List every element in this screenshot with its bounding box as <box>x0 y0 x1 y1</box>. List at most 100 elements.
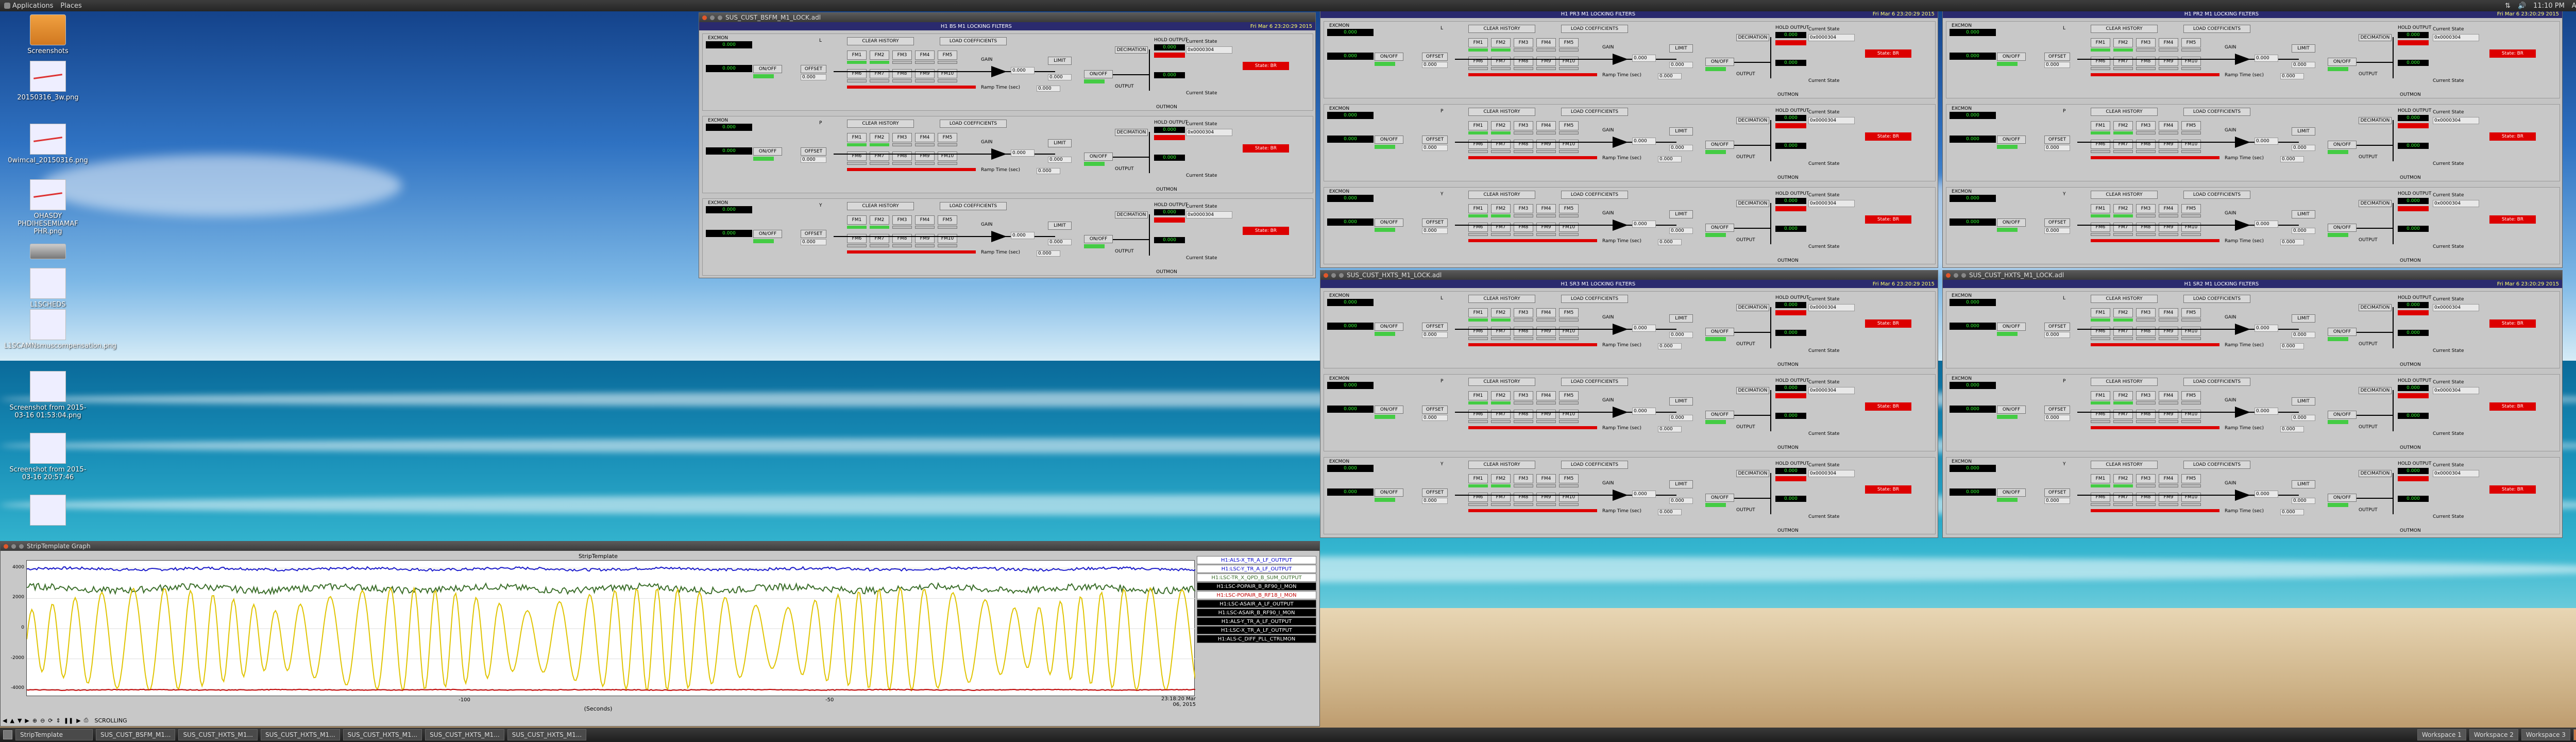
clear-history-button[interactable]: CLEAR HISTORY <box>847 37 914 45</box>
ramp-time-field[interactable]: 0.000 <box>2280 156 2304 162</box>
fm-button-1[interactable]: FM1 <box>1468 474 1488 483</box>
ramp-time-field[interactable]: 0.000 <box>1037 250 1060 257</box>
clear-history-button[interactable]: CLEAR HISTORY <box>2091 295 2158 303</box>
limit-button[interactable]: LIMIT <box>1669 127 1693 136</box>
decimation-button[interactable]: DECIMATION <box>1736 304 1769 311</box>
fm-button-6[interactable]: FM6 <box>2091 140 2110 149</box>
fm-button-7[interactable]: FM7 <box>2113 327 2133 336</box>
refresh-icon[interactable]: ⟳ <box>48 717 53 724</box>
legend-entry[interactable]: H1:ALS-Y_TR_A_LF_OUTPUT <box>1197 617 1316 626</box>
input-on-off-button[interactable]: ON/OFF <box>1997 218 2026 227</box>
load-coefficients-button[interactable]: LOAD COEFFICIENTS <box>2183 378 2250 386</box>
load-coefficients-button[interactable]: LOAD COEFFICIENTS <box>1561 295 1628 303</box>
limit-field[interactable]: 0.000 <box>1669 332 1693 338</box>
offset-button[interactable]: OFFSET <box>1422 53 1448 61</box>
applications-menu[interactable]: Applications <box>4 2 53 10</box>
limit-button[interactable]: LIMIT <box>2292 210 2315 218</box>
legend-entry[interactable]: H1:LSC-TR_X_QPD_B_SUM_OUTPUT <box>1197 574 1316 582</box>
limit-field[interactable]: 0.000 <box>1669 498 1693 504</box>
limit-field[interactable]: 0.000 <box>2292 415 2315 421</box>
fm-button-1[interactable]: FM1 <box>2091 38 2110 47</box>
taskbar-item[interactable]: SUS_CUST_BSFM_M1... <box>96 729 176 740</box>
offset-field[interactable]: 0.000 <box>2044 498 2070 504</box>
fm-button-1[interactable]: FM1 <box>2091 121 2110 130</box>
fm-button-9[interactable]: FM9 <box>1536 223 1556 232</box>
offset-field[interactable]: 0.000 <box>1422 498 1448 504</box>
ramp-time-field[interactable]: 0.000 <box>2280 426 2304 432</box>
fm-button-8[interactable]: FM8 <box>2136 223 2156 232</box>
desktop-icon[interactable]: 20150316_3w.png <box>4 61 92 102</box>
fm-button-4[interactable]: FM4 <box>915 50 935 60</box>
limit-button[interactable]: LIMIT <box>1669 314 1693 323</box>
clear-history-button[interactable]: CLEAR HISTORY <box>1468 191 1535 199</box>
fm-button-8[interactable]: FM8 <box>2136 410 2156 419</box>
fm-button-5[interactable]: FM5 <box>2181 204 2201 213</box>
legend-entry[interactable]: H1:LSC-ASAIR_A_LF_OUTPUT <box>1197 600 1316 608</box>
limit-button[interactable]: LIMIT <box>1669 397 1693 406</box>
offset-field[interactable]: 0.000 <box>1422 62 1448 68</box>
gain-field[interactable]: 0.000 <box>2255 55 2278 62</box>
fm-button-10[interactable]: FM10 <box>938 151 957 161</box>
input-on-off-button[interactable]: ON/OFF <box>1997 323 2026 331</box>
fm-button-7[interactable]: FM7 <box>870 234 889 243</box>
fm-button-2[interactable]: FM2 <box>1491 391 1511 400</box>
pan-up-icon[interactable]: ▲ <box>10 717 14 724</box>
fm-button-3[interactable]: FM3 <box>2136 391 2156 400</box>
offset-field[interactable]: 0.000 <box>2044 62 2070 68</box>
fm-button-2[interactable]: FM2 <box>2113 204 2133 213</box>
fm-button-1[interactable]: FM1 <box>1468 391 1488 400</box>
input-on-off-button[interactable]: ON/OFF <box>1375 218 1403 227</box>
limit-field[interactable]: 0.000 <box>2292 145 2315 151</box>
limit-button[interactable]: LIMIT <box>1669 44 1693 53</box>
fm-button-5[interactable]: FM5 <box>938 50 957 60</box>
print-icon[interactable]: ⎙ <box>84 717 89 724</box>
fm-button-6[interactable]: FM6 <box>1468 410 1488 419</box>
decimation-button[interactable]: DECIMATION <box>2359 304 2392 311</box>
fm-button-8[interactable]: FM8 <box>892 69 912 78</box>
offset-field[interactable]: 0.000 <box>1422 228 1448 234</box>
limit-field[interactable]: 0.000 <box>2292 62 2315 68</box>
fm-button-9[interactable]: FM9 <box>1536 140 1556 149</box>
desktop-icon[interactable] <box>4 236 92 261</box>
offset-field[interactable]: 0.000 <box>1422 332 1448 338</box>
fm-button-9[interactable]: FM9 <box>2159 410 2178 419</box>
fm-button-6[interactable]: FM6 <box>2091 223 2110 232</box>
fm-button-2[interactable]: FM2 <box>870 133 889 142</box>
offset-button[interactable]: OFFSET <box>2044 53 2070 61</box>
fm-button-5[interactable]: FM5 <box>2181 121 2201 130</box>
decimation-button[interactable]: DECIMATION <box>2359 200 2392 207</box>
fm-button-1[interactable]: FM1 <box>1468 308 1488 317</box>
gain-field[interactable]: 0.000 <box>1011 232 1035 239</box>
input-on-off-button[interactable]: ON/OFF <box>1997 406 2026 414</box>
input-on-off-button[interactable]: ON/OFF <box>1375 488 1403 497</box>
fm-button-2[interactable]: FM2 <box>2113 474 2133 483</box>
output-on-off-button[interactable]: ON/OFF <box>2328 494 2357 502</box>
fm-button-4[interactable]: FM4 <box>1536 121 1556 130</box>
fm-button-6[interactable]: FM6 <box>2091 410 2110 419</box>
clear-history-button[interactable]: CLEAR HISTORY <box>847 202 914 210</box>
input-on-off-button[interactable]: ON/OFF <box>1375 323 1403 331</box>
fm-button-7[interactable]: FM7 <box>1491 223 1511 232</box>
fm-button-5[interactable]: FM5 <box>1559 308 1579 317</box>
fm-button-7[interactable]: FM7 <box>2113 493 2133 502</box>
decimation-button[interactable]: DECIMATION <box>1736 34 1769 41</box>
fm-button-4[interactable]: FM4 <box>1536 38 1556 47</box>
fm-button-4[interactable]: FM4 <box>2159 38 2178 47</box>
fm-button-1[interactable]: FM1 <box>847 50 867 60</box>
fm-button-3[interactable]: FM3 <box>1514 474 1533 483</box>
gain-field[interactable]: 0.000 <box>2255 221 2278 228</box>
window-titlebar[interactable]: SUS_CUST_HXTS_M1_LOCK.adl <box>1943 271 2562 280</box>
limit-button[interactable]: LIMIT <box>2292 44 2315 53</box>
fm-button-2[interactable]: FM2 <box>2113 308 2133 317</box>
ramp-time-field[interactable]: 0.000 <box>2280 509 2304 515</box>
fm-button-2[interactable]: FM2 <box>2113 121 2133 130</box>
clear-history-button[interactable]: CLEAR HISTORY <box>2091 461 2158 469</box>
fm-button-8[interactable]: FM8 <box>1514 140 1533 149</box>
gain-field[interactable]: 0.000 <box>1632 325 1656 332</box>
fm-button-1[interactable]: FM1 <box>847 133 867 142</box>
close-icon[interactable] <box>702 15 707 20</box>
clear-history-button[interactable]: CLEAR HISTORY <box>1468 295 1535 303</box>
limit-field[interactable]: 0.000 <box>1048 74 1072 80</box>
maximize-icon[interactable] <box>19 544 24 549</box>
output-on-off-button[interactable]: ON/OFF <box>1705 224 1734 232</box>
